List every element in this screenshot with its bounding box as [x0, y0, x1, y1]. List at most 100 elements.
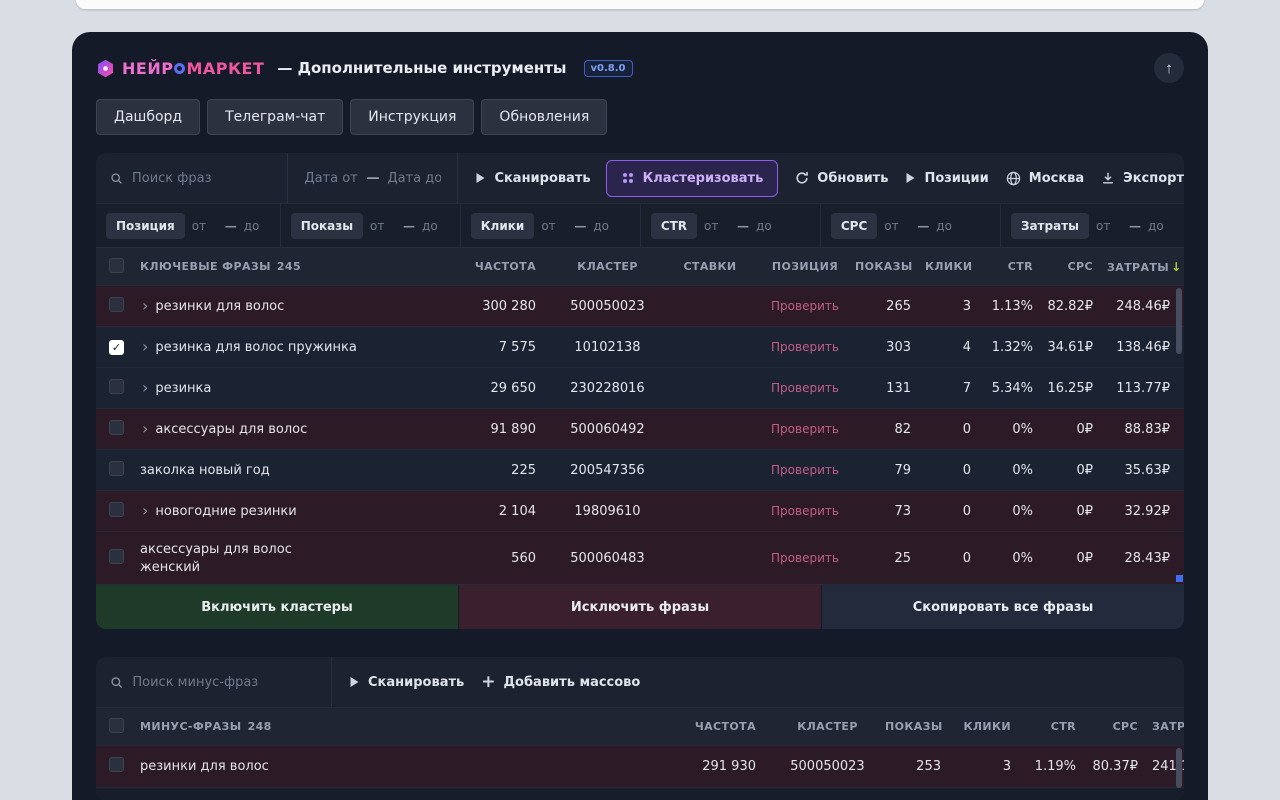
filter-from-input[interactable]: [192, 219, 218, 233]
col-header-cluster[interactable]: КЛАСТЕР: [770, 720, 885, 733]
ctr-value: 0%: [985, 551, 1047, 566]
cluster-value: 500060483: [550, 551, 665, 566]
row-checkbox[interactable]: [109, 379, 124, 394]
scroll-to-top-button[interactable]: ↑: [1154, 53, 1184, 83]
scan-label: Сканировать: [494, 171, 590, 186]
col-header-clicks[interactable]: КЛИКИ: [925, 260, 985, 273]
table-row[interactable]: заколка новый год 225 200547356 Проверит…: [96, 449, 1184, 490]
col-header-bids[interactable]: СТАВКИ: [665, 260, 755, 273]
table-row[interactable]: › новогодние резинки 2 104 19809610 Пров…: [96, 490, 1184, 531]
phrase-label: аксессуары для волос женский: [140, 540, 292, 576]
cluster-value: 500060492: [550, 422, 665, 437]
chevron-right-icon[interactable]: ›: [142, 420, 148, 438]
table-row[interactable]: › резинка 29 650 230228016 Проверить 131…: [96, 367, 1184, 408]
cpc-value: 80.37₽: [1090, 759, 1152, 774]
check-position-link[interactable]: Проверить: [771, 422, 839, 436]
check-position-link[interactable]: Проверить: [771, 340, 839, 354]
chevron-right-icon[interactable]: ›: [142, 297, 148, 315]
col-header-freq[interactable]: ЧАСТОТА: [440, 260, 550, 273]
nav-instruction[interactable]: Инструкция: [350, 99, 474, 135]
export-button[interactable]: Экспорт: [1101, 171, 1184, 186]
col-header-cluster[interactable]: КЛАСТЕР: [550, 260, 665, 273]
filter-from-input[interactable]: [370, 219, 396, 233]
table-row[interactable]: › резинки для волос 300 280 500050023 Пр…: [96, 285, 1184, 326]
clusterize-button[interactable]: Кластеризовать: [606, 160, 779, 197]
row-checkbox[interactable]: [109, 297, 124, 312]
check-position-link[interactable]: Проверить: [771, 381, 839, 395]
copy-all-phrases-button[interactable]: Скопировать все фразы: [821, 585, 1184, 629]
check-position-link[interactable]: Проверить: [771, 299, 839, 313]
exclude-phrases-button[interactable]: Исключить фразы: [458, 585, 821, 629]
refresh-icon: [795, 171, 809, 185]
filter-dash: —: [403, 219, 415, 233]
filter-from-input[interactable]: [704, 219, 730, 233]
filter-to-input[interactable]: [422, 219, 448, 233]
col-header-cpc[interactable]: CPC: [1047, 260, 1107, 273]
table-row[interactable]: аксессуары для волос женский 560 5000604…: [96, 531, 1184, 584]
table-row[interactable]: ✓ › резинка для волос пружинка 7 575 101…: [96, 326, 1184, 367]
check-position-link[interactable]: Проверить: [771, 463, 839, 477]
chevron-right-icon[interactable]: ›: [142, 338, 148, 356]
filter-from-input[interactable]: [884, 219, 910, 233]
col-header-cost[interactable]: ЗАТРАТЫ↓: [1107, 260, 1184, 274]
nav-telegram-chat[interactable]: Телеграм-чат: [207, 99, 343, 135]
row-checkbox[interactable]: [109, 502, 124, 517]
filter-label: Клики: [471, 213, 535, 239]
table-row[interactable]: резинки для волос 291 930 500050023 253 …: [96, 745, 1184, 787]
search-phrases-input[interactable]: [132, 171, 273, 186]
filter-from-input[interactable]: [1096, 219, 1122, 233]
date-from-input[interactable]: [304, 171, 358, 186]
select-all-checkbox[interactable]: [109, 718, 124, 733]
chevron-right-icon[interactable]: ›: [142, 502, 148, 520]
filter-to-input[interactable]: [1148, 219, 1174, 233]
cluster-value: 230228016: [550, 381, 665, 396]
filter-from-input[interactable]: [541, 219, 567, 233]
cluster-value: 500050023: [770, 759, 885, 774]
check-position-link[interactable]: Проверить: [771, 504, 839, 518]
search-minus-input[interactable]: [132, 675, 317, 690]
row-checkbox[interactable]: [109, 549, 124, 564]
col-header-clicks[interactable]: КЛИКИ: [955, 720, 1025, 733]
include-clusters-button[interactable]: Включить кластеры: [96, 585, 458, 629]
vertical-scrollbar-thumb[interactable]: [1176, 748, 1182, 788]
col-header-ctr[interactable]: CTR: [1025, 720, 1090, 733]
clusterize-label: Кластеризовать: [643, 171, 764, 186]
table-row[interactable]: › аксессуары для волос 91 890 500060492 …: [96, 408, 1184, 449]
region-button[interactable]: Москва: [1006, 171, 1084, 186]
scan-button[interactable]: Сканировать: [475, 171, 590, 186]
col-header-cpc[interactable]: CPC: [1090, 720, 1152, 733]
col-header-cost[interactable]: ЗАТРАТЫ: [1152, 720, 1184, 733]
row-checkbox[interactable]: ✓: [109, 340, 124, 355]
partial-next-row: [96, 787, 1184, 800]
add-bulk-button[interactable]: + Добавить массово: [481, 674, 640, 691]
filter-to-input[interactable]: [593, 219, 619, 233]
cost-value: 138.46₽: [1107, 340, 1184, 355]
cost-value: 35.63₽: [1107, 463, 1184, 478]
date-to-input[interactable]: [387, 171, 441, 186]
col-header-position[interactable]: ПОЗИЦИЯ: [755, 260, 855, 273]
col-header-shows[interactable]: ПОКАЗЫ: [885, 720, 955, 733]
nav-dashboard[interactable]: Дашборд: [96, 99, 200, 135]
select-all-checkbox[interactable]: [109, 258, 124, 273]
refresh-button[interactable]: Обновить: [795, 171, 888, 186]
filter-clicks: Клики —: [460, 204, 640, 247]
col-header-freq[interactable]: ЧАСТОТА: [660, 720, 770, 733]
keywords-table-header: КЛЮЧЕВЫЕ ФРАЗЫ 245 ЧАСТОТА КЛАСТЕР СТАВК…: [96, 247, 1184, 285]
filter-to-input[interactable]: [244, 219, 270, 233]
shows-value: 303: [855, 340, 925, 355]
nav-updates[interactable]: Обновления: [481, 99, 607, 135]
col-header-ctr[interactable]: CTR: [985, 260, 1047, 273]
col-header-shows[interactable]: ПОКАЗЫ: [855, 260, 925, 273]
phrase-label: новогодние резинки: [155, 502, 296, 521]
check-position-link[interactable]: Проверить: [771, 551, 839, 565]
cpc-value: 82.82₽: [1047, 299, 1107, 314]
chevron-right-icon[interactable]: ›: [142, 379, 148, 397]
positions-button[interactable]: Позиции: [905, 171, 988, 186]
row-checkbox[interactable]: [109, 420, 124, 435]
row-checkbox[interactable]: [109, 757, 124, 772]
minus-scan-button[interactable]: Сканировать: [349, 675, 464, 690]
filter-to-input[interactable]: [756, 219, 782, 233]
row-checkbox[interactable]: [109, 461, 124, 476]
filter-to-input[interactable]: [936, 219, 962, 233]
vertical-scrollbar-thumb[interactable]: [1176, 288, 1182, 354]
